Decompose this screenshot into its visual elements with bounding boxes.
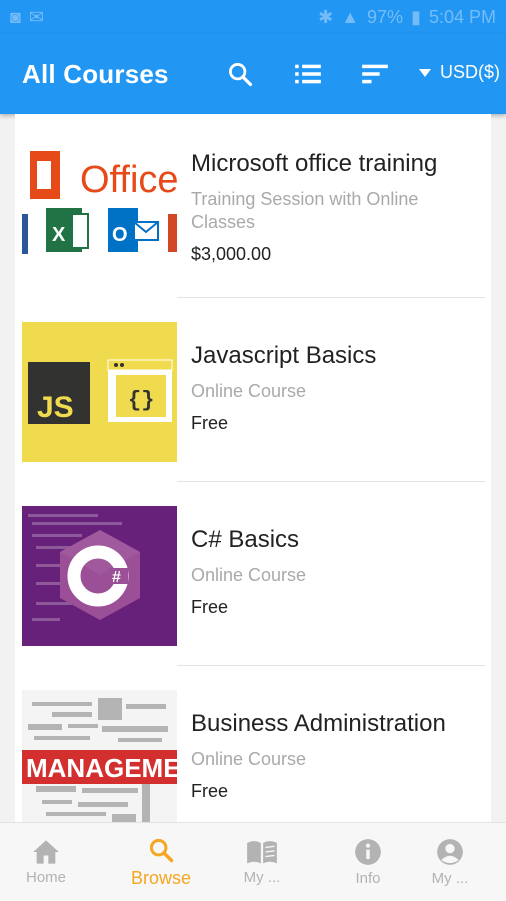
search-button[interactable] [222,56,258,92]
search-icon [229,63,253,87]
nav-label: My ... [431,869,469,887]
course-subtitle: Training Session with Online Classes [191,189,419,232]
list-view-button[interactable] [290,56,326,92]
course-thumbnail: Office X O [22,144,177,284]
office-logo-text: Office [80,159,177,201]
nav-label: Home [25,868,66,886]
nav-home[interactable]: Home [20,823,72,901]
clock: 5:04 PM [428,6,496,27]
course-price: Free [191,781,229,801]
list-icon [295,64,321,84]
course-price: Free [191,413,229,433]
battery-level: 97% [367,6,404,27]
signal-icon: ▲ [341,6,360,27]
nav-browse[interactable]: Browse [120,823,202,901]
js-logo-text: JS [37,391,74,424]
home-icon [33,839,59,864]
course-item[interactable]: # C# Basics Online Course Free [15,482,491,666]
battery-icon: ▮ [411,6,421,27]
status-bar: ◙ ✉ ✱ ▲ 97% ▮ 5:04 PM [0,0,506,34]
bottom-navigation: Home Browse My ... Info My ... [0,822,506,901]
course-thumbnail: MANAGEMENT [22,690,177,822]
svg-text:O: O [112,224,128,246]
info-icon [355,838,381,865]
svg-text:#: # [112,569,121,586]
currency-selector[interactable]: USD($) [418,62,500,83]
notification-icon: ◙ [10,6,21,27]
course-name: Microsoft office training [191,150,438,177]
svg-text:X: X [52,224,66,246]
course-subtitle: Online Course [191,565,307,585]
management-logo-text: MANAGEMENT [26,753,177,783]
course-name: Javascript Basics [191,342,377,369]
account-icon [437,838,463,865]
nav-label: Browse [130,867,192,888]
course-name: C# Basics [191,526,300,553]
nav-label: My ... [243,868,281,886]
dropdown-arrow-icon [419,68,431,77]
currency-label: USD($) [440,62,501,82]
bluetooth-icon: ✱ [318,6,334,27]
nav-my-account[interactable]: My ... [420,823,480,901]
page-title: All Courses [22,58,169,89]
course-price: $3,000.00 [191,244,272,264]
sort-button[interactable] [357,56,393,92]
sort-icon [362,64,388,84]
course-item[interactable]: JS {} Javascript Basics Online Course Fr… [15,298,491,482]
course-item[interactable]: MANAGEMENT Business Administration Onlin… [15,666,491,822]
course-item[interactable]: Office X O Microsoft office training Tra… [15,114,491,298]
course-thumbnail: JS {} [22,322,177,462]
nav-label: Info [355,869,381,887]
mail-icon: ✉ [28,6,44,27]
course-subtitle: Online Course [191,749,307,769]
course-thumbnail: # [22,506,177,646]
search-icon [149,838,174,862]
book-icon [247,840,277,863]
course-name: Business Administration [191,710,446,737]
nav-my-courses[interactable]: My ... [232,823,292,901]
course-subtitle: Online Course [191,381,307,401]
svg-text:{}: {} [128,388,154,413]
course-list: Office X O Microsoft office training Tra… [15,114,491,822]
nav-info[interactable]: Info [344,823,392,901]
course-price: Free [191,597,229,617]
app-bar: All Courses USD($) [0,34,506,114]
